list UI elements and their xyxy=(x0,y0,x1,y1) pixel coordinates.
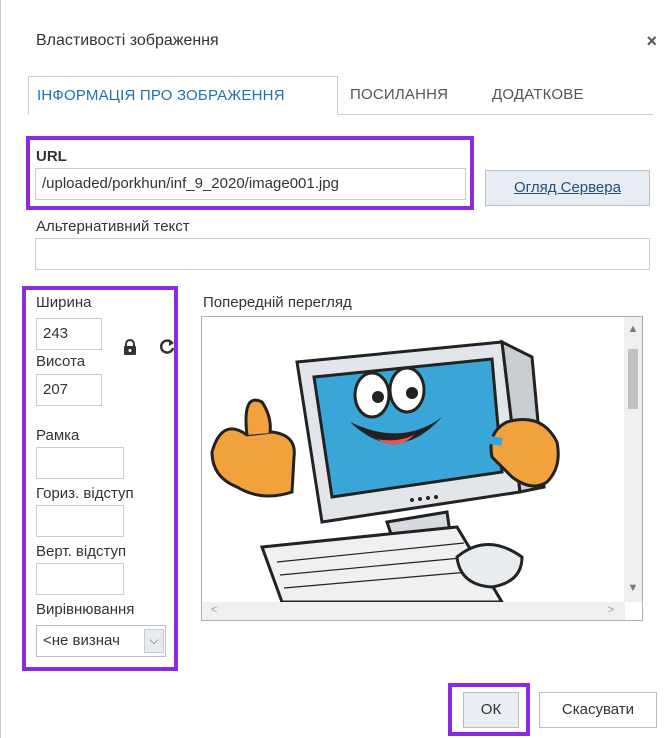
lock-icon[interactable] xyxy=(123,339,137,361)
border-label: Рамка xyxy=(36,427,80,444)
hspace-input[interactable] xyxy=(36,505,124,537)
scroll-down-icon[interactable]: ▼ xyxy=(624,582,642,598)
image-properties-dialog: Властивості зображення × ІНФОРМАЦІЯ ПРО … xyxy=(0,0,666,738)
vspace-label: Верт. відступ xyxy=(36,543,127,560)
reset-size-icon[interactable] xyxy=(159,338,175,361)
scroll-right-icon[interactable]: > xyxy=(603,604,619,616)
tab-link[interactable]: ПОСИЛАННЯ xyxy=(342,76,478,114)
browse-server-button[interactable]: Огляд Сервера xyxy=(485,170,650,206)
width-label: Ширина xyxy=(36,294,92,311)
preview-horizontal-scrollbar[interactable]: < > xyxy=(202,602,625,620)
preview-label: Попередній перегляд xyxy=(203,294,352,311)
tab-bar: ІНФОРМАЦІЯ ПРО ЗОБРАЖЕННЯ ПОСИЛАННЯ ДОДА… xyxy=(28,76,653,115)
height-label: Висота xyxy=(36,353,86,370)
preview-vertical-scrollbar[interactable]: ▲ ▼ xyxy=(624,317,642,602)
cancel-button[interactable]: Скасувати xyxy=(539,692,657,728)
preview-box[interactable]: ▲ ▼ < > xyxy=(201,316,643,621)
chevron-down-icon: ⌵ xyxy=(144,629,164,653)
hspace-label: Гориз. відступ xyxy=(36,485,134,502)
align-select[interactable]: <не визнач ⌵ xyxy=(36,625,166,657)
preview-image xyxy=(210,339,560,602)
width-input[interactable]: 243 xyxy=(36,318,102,350)
alt-text-input[interactable] xyxy=(35,238,650,270)
alt-text-label: Альтернативний текст xyxy=(36,218,190,235)
align-select-value: <не визнач xyxy=(43,632,120,649)
browse-server-label: Огляд Сервера xyxy=(514,179,621,196)
dialog-titlebar: Властивості зображення × xyxy=(1,0,666,70)
vspace-input[interactable] xyxy=(36,563,124,595)
align-label: Вирівнювання xyxy=(36,601,135,618)
tab-advanced[interactable]: ДОДАТКОВЕ xyxy=(484,76,614,114)
url-label: URL xyxy=(36,148,67,165)
scroll-up-icon[interactable]: ▲ xyxy=(624,323,642,339)
height-input[interactable]: 207 xyxy=(36,374,102,406)
tab-image-info[interactable]: ІНФОРМАЦІЯ ПРО ЗОБРАЖЕННЯ xyxy=(28,76,338,115)
ok-button[interactable]: ОК xyxy=(463,692,519,728)
scroll-thumb[interactable] xyxy=(628,349,638,409)
url-input[interactable]: /uploaded/porkhun/inf_9_2020/image001.jp… xyxy=(35,168,466,200)
dialog-title: Властивості зображення xyxy=(36,32,219,49)
close-icon[interactable]: × xyxy=(646,31,657,52)
scroll-left-icon[interactable]: < xyxy=(206,604,222,616)
border-input[interactable] xyxy=(36,447,124,479)
